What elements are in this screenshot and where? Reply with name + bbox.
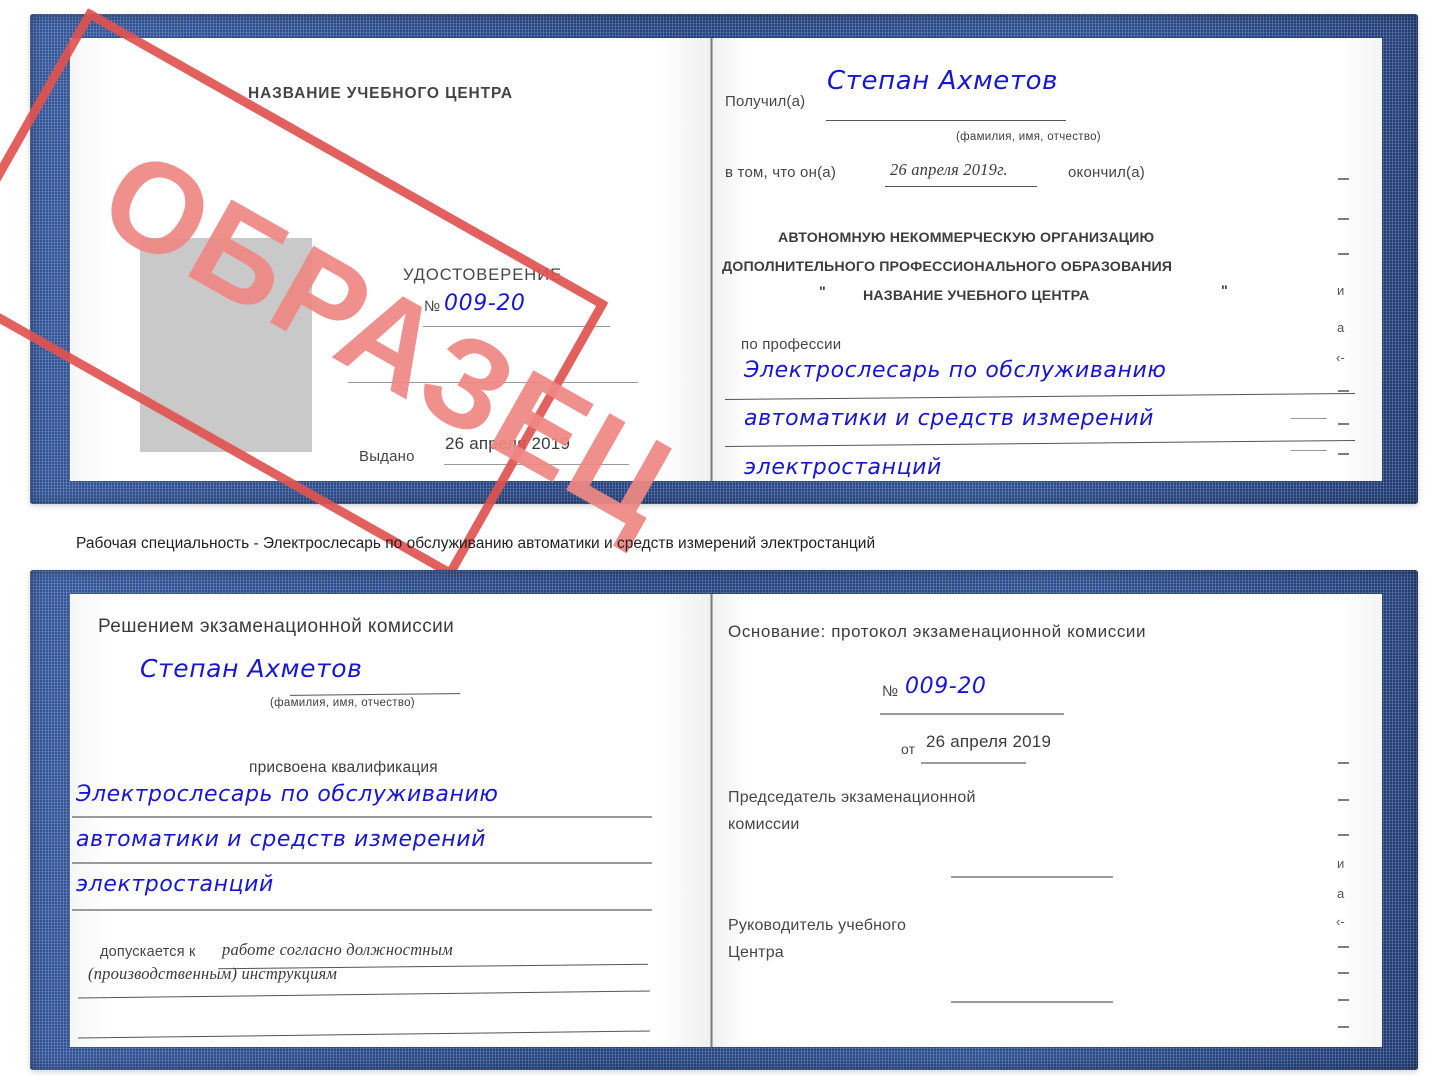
- qualification-line-3: электростанций: [76, 872, 274, 897]
- student-name-value: Степан Ахметов: [140, 654, 363, 683]
- edge-dash-b7: [1338, 1026, 1349, 1028]
- caption-text: Рабочая специальность - Электрослесарь п…: [76, 535, 876, 552]
- protocol-date-rule: [921, 762, 1026, 764]
- profession-label: по профессии: [741, 336, 842, 353]
- certificate-bottom-pages: Решением экзаменационной комиссии Степан…: [70, 594, 1382, 1047]
- edge-dash-b2: [1338, 799, 1349, 801]
- chairman-signature-rule: [951, 876, 1113, 878]
- chairman-line-1: Председатель экзаменационной: [728, 789, 976, 806]
- edge-char-b3: ‹-: [1336, 914, 1345, 929]
- edge-dash-3: [1338, 253, 1349, 255]
- edge-char-1: и: [1337, 283, 1345, 298]
- edge-char-b1: и: [1337, 856, 1345, 871]
- qualification-rule-2: [72, 862, 652, 864]
- admitted-label: допускается к: [100, 944, 196, 960]
- received-value: Степан Ахметов: [827, 66, 1059, 96]
- head-line-2: Центра: [728, 944, 784, 961]
- edge-dash-b5: [1338, 972, 1349, 974]
- protocol-number-value: 009-20: [905, 674, 987, 699]
- edge-dash-b6: [1338, 999, 1349, 1001]
- fio-hint-bottom: (фамилия, имя, отчество): [270, 697, 415, 709]
- protocol-date-label: от: [901, 741, 916, 757]
- decision-title: Решением экзаменационной комиссии: [98, 616, 455, 637]
- finished-label: окончил(а): [1068, 164, 1145, 181]
- top-left-page: НАЗВАНИЕ УЧЕБНОГО ЦЕНТРА УДОСТОВЕРЕНИЕ №…: [70, 38, 710, 481]
- received-label: Получил(а): [725, 93, 806, 110]
- certificate-top: НАЗВАНИЕ УЧЕБНОГО ЦЕНТРА УДОСТОВЕРЕНИЕ №…: [30, 14, 1418, 504]
- fio-hint: (фамилия, имя, отчество): [956, 131, 1101, 143]
- bottom-right-page: Основание: протокол экзаменационной коми…: [713, 594, 1382, 1047]
- qualification-label: присвоена квалификация: [249, 759, 438, 776]
- qualification-rule-1: [72, 816, 652, 818]
- received-rule: [826, 120, 1066, 121]
- org-line-3: НАЗВАНИЕ УЧЕБНОГО ЦЕНТРА: [863, 288, 1090, 304]
- document-title: УДОСТОВЕРЕНИЕ: [403, 266, 563, 284]
- certificate-top-pages: НАЗВАНИЕ УЧЕБНОГО ЦЕНТРА УДОСТОВЕРЕНИЕ №…: [70, 38, 1382, 481]
- admitted-rule-3: [78, 1030, 650, 1039]
- number-rule: [423, 326, 610, 327]
- completion-date-rule: [885, 186, 1037, 187]
- basis-label: Основание: протокол экзаменационной коми…: [728, 622, 1147, 641]
- profession-line-3: электростанций: [744, 455, 942, 480]
- photo-placeholder: [140, 238, 312, 452]
- edge-char-b2: а: [1337, 886, 1345, 901]
- in-that-label: в том, что он(а): [725, 164, 837, 181]
- certificate-bottom: Решением экзаменационной комиссии Степан…: [30, 570, 1418, 1070]
- admitted-rule-2: [78, 990, 650, 999]
- org-quote-close: ": [1221, 283, 1228, 299]
- edge-dash-1: [1338, 178, 1349, 180]
- number-label: №: [424, 298, 441, 315]
- protocol-date-value: 26 апреля 2019: [926, 732, 1052, 751]
- training-center-name-title: НАЗВАНИЕ УЧЕБНОГО ЦЕНТРА: [248, 85, 513, 102]
- qualification-line-2: автоматики и средств измерений: [76, 827, 487, 852]
- admitted-line-2: (производственным) инструкциям: [88, 964, 338, 983]
- edge-dash-b1: [1338, 762, 1349, 764]
- protocol-number-rule: [880, 713, 1064, 715]
- issued-label: Выдано: [359, 448, 415, 465]
- completion-date: 26 апреля 2019г.: [890, 160, 1008, 179]
- qualification-line-1: Электрослесарь по обслуживанию: [76, 782, 499, 807]
- bottom-left-page: Решением экзаменационной комиссии Степан…: [70, 594, 710, 1047]
- edge-dash-5: [1338, 423, 1349, 425]
- edge-dash-b3: [1338, 834, 1349, 836]
- org-line-1: АВТОНОМНУЮ НЕКОММЕРЧЕСКУЮ ОРГАНИЗАЦИЮ: [778, 230, 1155, 246]
- qualification-rule-3: [72, 909, 652, 911]
- edge-dash-6: [1338, 453, 1349, 455]
- number-value: 009-20: [444, 291, 526, 316]
- blank-rule-1: [348, 382, 638, 383]
- edge-char-2: а: [1337, 320, 1345, 335]
- edge-rule-2: [1291, 450, 1327, 451]
- head-signature-rule: [951, 1001, 1113, 1003]
- org-quote-open: ": [819, 284, 826, 300]
- edge-dash-4: [1338, 390, 1349, 392]
- profession-line-1: Электрослесарь по обслуживанию: [744, 358, 1167, 383]
- edge-char-3: ‹-: [1336, 350, 1345, 365]
- head-line-1: Руководитель учебного: [728, 917, 907, 934]
- chairman-line-2: комиссии: [728, 816, 800, 833]
- profession-rule-1: [725, 392, 1355, 401]
- edge-dash-b4: [1338, 946, 1349, 948]
- profession-line-2: автоматики и средств измерений: [744, 406, 1155, 431]
- student-name-rule: [289, 693, 461, 696]
- profession-rule-2: [725, 439, 1355, 448]
- issued-rule: [444, 464, 629, 465]
- admitted-line-1: работе согласно должностным: [222, 940, 453, 959]
- top-right-page: Получил(а) Степан Ахметов (фамилия, имя,…: [713, 38, 1382, 481]
- protocol-number-label: №: [882, 683, 899, 700]
- issued-value: 26 апреля 2019: [445, 434, 571, 453]
- edge-rule-1: [1291, 418, 1327, 419]
- edge-dash-2: [1338, 218, 1349, 220]
- org-line-2: ДОПОЛНИТЕЛЬНОГО ПРОФЕССИОНАЛЬНОГО ОБРАЗО…: [722, 259, 1173, 275]
